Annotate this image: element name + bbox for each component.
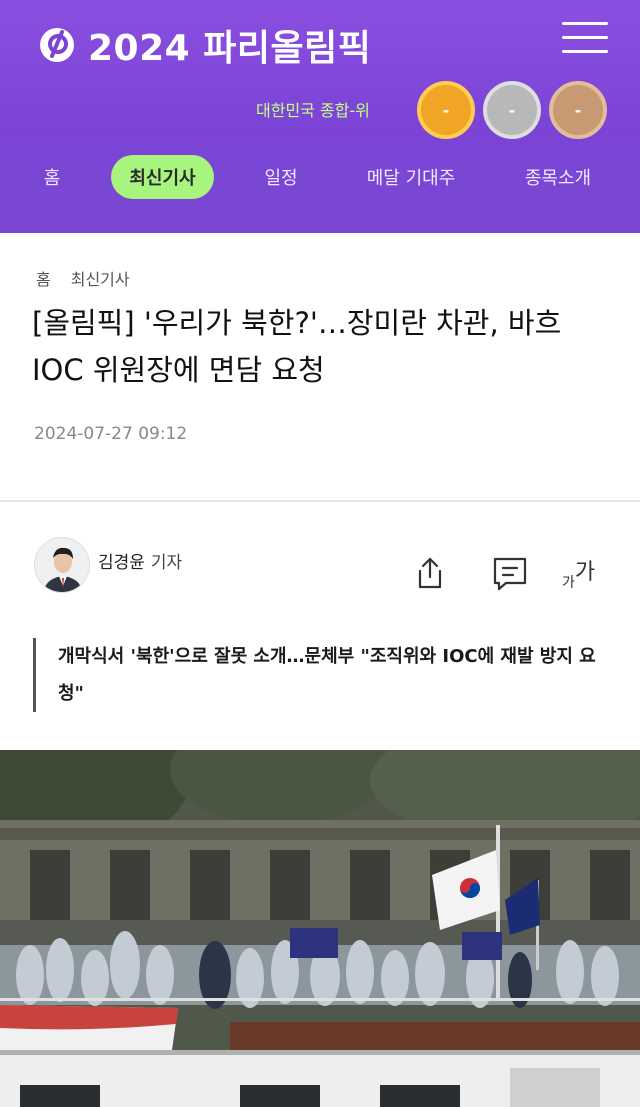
olympics-logo-icon <box>38 26 76 64</box>
bronze-medal-count: - <box>549 81 607 139</box>
share-icon[interactable] <box>412 555 448 591</box>
main-nav: 홈 최신기사 일정 메달 기대주 종목소개 <box>0 155 640 201</box>
author-byline: 김경윤 기자 <box>98 548 182 573</box>
comment-icon[interactable] <box>492 555 528 591</box>
logo[interactable]: 2024 파리올림픽 <box>38 20 371 70</box>
article-subheading: 개막식서 '북한'으로 잘못 소개…문체부 "조직위와 IOC에 재발 방지 요… <box>33 638 613 712</box>
breadcrumb-home[interactable]: 홈 <box>36 266 51 290</box>
divider <box>0 500 640 502</box>
breadcrumb: 홈 최신기사 <box>36 266 150 290</box>
opening-ceremony-boat-image <box>0 750 640 1107</box>
author-role: 기자 <box>150 553 183 573</box>
font-size-label: 가가 <box>562 560 595 591</box>
silver-medal-count: - <box>483 81 541 139</box>
font-size-icon[interactable]: 가가 <box>562 555 598 591</box>
tab-schedule[interactable]: 일정 <box>250 155 312 199</box>
tab-medal-hopefuls[interactable]: 메달 기대주 <box>355 155 467 199</box>
breadcrumb-latest-news[interactable]: 최신기사 <box>71 266 130 290</box>
app-title: 2024 파리올림픽 <box>88 28 372 69</box>
author-avatar <box>34 537 90 593</box>
gold-medal-count: - <box>417 81 475 139</box>
author-name: 김경윤 <box>98 553 145 573</box>
tab-latest-news[interactable]: 최신기사 <box>111 155 214 199</box>
medal-ranking-label: 대한민국 종합-위 <box>256 101 370 120</box>
article-headline: [올림픽] '우리가 북한?'…장미란 차관, 바흐 IOC 위원장에 면담 요… <box>32 306 562 387</box>
app-header: 2024 파리올림픽 대한민국 종합-위 - - - 홈 최신기사 일정 메달 … <box>0 0 640 233</box>
article-photo <box>0 750 640 1107</box>
tab-home[interactable]: 홈 <box>30 155 74 199</box>
tab-sports-intro[interactable]: 종목소개 <box>510 155 606 199</box>
hamburger-menu-icon[interactable] <box>562 22 608 54</box>
article-date: 2024-07-27 09:12 <box>34 424 188 444</box>
